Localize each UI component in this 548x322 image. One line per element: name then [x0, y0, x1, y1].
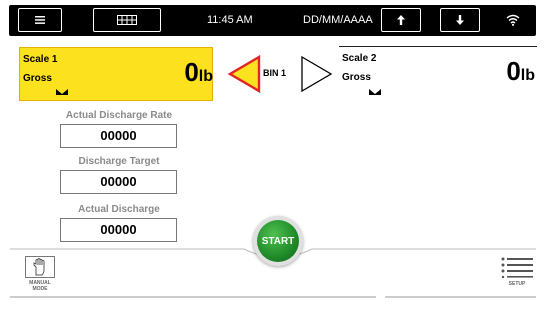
start-button[interactable]: START: [257, 220, 299, 262]
actual-discharge-rate-label: Actual Discharge Rate: [65, 110, 173, 121]
bin-right-arrow-icon[interactable]: [300, 54, 334, 94]
scale-1-panel[interactable]: Scale 1 Gross 0lb: [19, 47, 213, 101]
wifi-icon: [506, 14, 520, 26]
actual-discharge-label: Actual Discharge: [78, 204, 160, 215]
footer-divider: [10, 296, 536, 298]
clock-time: 11:45 AM: [207, 14, 253, 26]
arrow-down-icon: [456, 15, 464, 25]
actual-discharge-rate-field[interactable]: 00000: [60, 124, 177, 148]
scale-1-name: Scale 1: [23, 54, 58, 65]
scale-2-chevron-icon: [369, 89, 381, 95]
date-format: DD/MM/AAAA: [303, 14, 373, 26]
scale-1-mode: Gross: [23, 73, 52, 84]
keyboard-icon: [117, 15, 137, 25]
scale-1-unit: lb: [198, 68, 213, 85]
list-icon: [501, 257, 533, 279]
discharge-target-field[interactable]: 00000: [60, 170, 177, 194]
setup-button[interactable]: [500, 256, 534, 279]
hand-icon: [33, 258, 45, 276]
scale-2-weight: 0lb: [506, 56, 535, 87]
menu-button[interactable]: [18, 8, 62, 32]
keyboard-button[interactable]: [93, 8, 161, 32]
bin-left-arrow-icon[interactable]: [227, 54, 261, 94]
scroll-up-button[interactable]: [381, 8, 421, 32]
discharge-target-label: Discharge Target: [78, 156, 160, 167]
scale-2-value: 0: [506, 56, 521, 86]
scale-1-weight: 0lb: [184, 57, 213, 88]
manual-mode-button[interactable]: [25, 256, 55, 278]
scroll-down-button[interactable]: [440, 8, 480, 32]
scale-1-value: 0: [184, 57, 199, 87]
scale-2-name: Scale 2: [342, 53, 377, 64]
manual-mode-label: MANUAL MODE: [29, 280, 51, 292]
scale-2-unit: lb: [520, 67, 535, 84]
bin-label: BIN 1: [263, 68, 287, 78]
arrow-up-icon: [397, 15, 405, 25]
scale-1-chevron-icon: [56, 89, 68, 95]
top-bar: 11:45 AM DD/MM/AAAA: [9, 5, 536, 36]
wifi-status[interactable]: [506, 13, 520, 31]
scale-2-panel[interactable]: Scale 2 Gross 0lb: [339, 46, 537, 100]
setup-label: SETUP: [508, 281, 526, 287]
menu-icon: [35, 16, 45, 24]
start-button-label: START: [261, 235, 295, 247]
scale-2-mode: Gross: [342, 72, 371, 83]
